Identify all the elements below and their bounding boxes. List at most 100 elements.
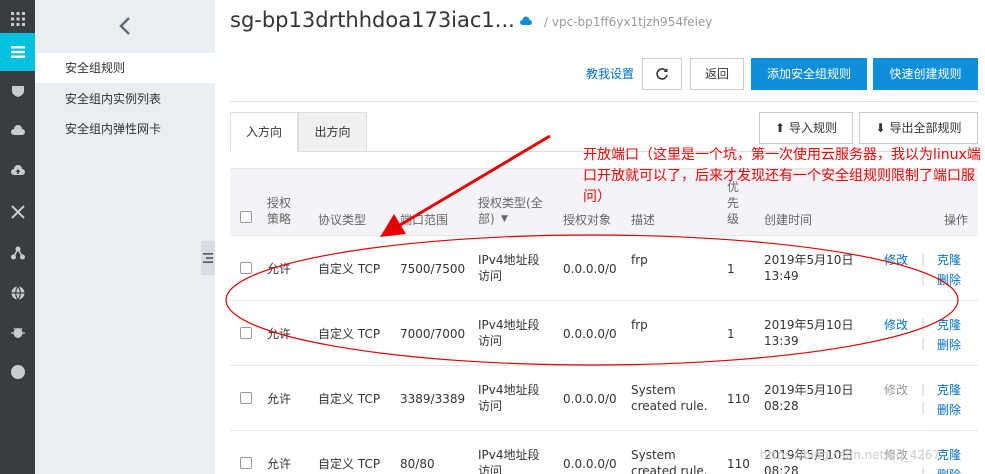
delete-link[interactable]: 删除 bbox=[937, 272, 961, 288]
cell-created: 2019年5月10日 13:39 bbox=[764, 318, 854, 348]
delete-link[interactable]: 删除 bbox=[937, 467, 961, 474]
op-separator: | bbox=[921, 271, 926, 285]
cell-policy: 允许 bbox=[267, 262, 292, 276]
table-row: 允许 自定义 TCP 7500/7500 IPv4地址段 访问 0.0.0.0/0 frp… bbox=[230, 236, 978, 301]
cell-port: 7000/7000 bbox=[400, 327, 466, 341]
export-rules-button[interactable]: ⬇ 导出全部规则 bbox=[859, 112, 978, 144]
th-port: 端口范围 bbox=[400, 213, 449, 227]
row-checkbox[interactable] bbox=[240, 327, 252, 339]
refresh-button[interactable] bbox=[642, 58, 682, 90]
edit-link[interactable]: 修改 bbox=[884, 317, 908, 333]
back-button[interactable]: 返回 bbox=[690, 58, 744, 90]
cell-port: 3389/3389 bbox=[400, 392, 466, 406]
vpc-cloud-icon bbox=[520, 16, 532, 25]
th-description: 描述 bbox=[631, 213, 656, 227]
cell-policy: 允许 bbox=[267, 457, 292, 471]
cell-policy: 允许 bbox=[267, 327, 292, 341]
th-protocol: 协议类型 bbox=[318, 213, 367, 227]
divider bbox=[230, 101, 978, 102]
cell-description: frp bbox=[631, 253, 648, 267]
cell-port: 7500/7500 bbox=[400, 262, 466, 276]
annotation-text: 开放端口（这里是一个坑，第一次使用云服务器，我以为linux端口开放就可以了，后… bbox=[583, 147, 981, 205]
icon-rail bbox=[0, 0, 35, 474]
sidebar-toggle-handle[interactable] bbox=[201, 241, 215, 275]
network-icon[interactable] bbox=[0, 193, 35, 231]
sidenav-item-instances[interactable]: 安全组内实例列表 bbox=[35, 84, 215, 114]
op-separator: | bbox=[921, 382, 926, 396]
th-policy: 授权 策略 bbox=[267, 196, 292, 226]
shield-icon[interactable] bbox=[0, 72, 35, 110]
vpc-id[interactable]: / vpc-bp1ff6yx1tjzh954feiey bbox=[544, 15, 712, 29]
cell-auth-object: 0.0.0.0/0 bbox=[563, 457, 617, 471]
cell-priority: 1 bbox=[727, 262, 735, 276]
edit-link[interactable]: 修改 bbox=[884, 382, 908, 398]
tab-inbound[interactable]: 入方向 bbox=[230, 112, 298, 152]
op-separator: | bbox=[921, 252, 926, 266]
tab-outbound[interactable]: 出方向 bbox=[298, 112, 367, 152]
cell-protocol: 自定义 TCP bbox=[318, 327, 381, 341]
cell-description: System created rule. bbox=[631, 448, 708, 474]
table-row: 允许 自定义 TCP 3389/3389 IPv4地址段 访问 0.0.0.0/0 Sys… bbox=[230, 366, 978, 431]
app-root: 安全组规则 安全组内实例列表 安全组内弹性网卡 sg-bp13drthhdoa1… bbox=[0, 0, 985, 474]
th-operations: 操作 bbox=[944, 213, 969, 227]
cell-port: 80/80 bbox=[400, 457, 435, 471]
op-separator: | bbox=[921, 401, 926, 415]
share-icon[interactable] bbox=[0, 234, 35, 272]
cell-protocol: 自定义 TCP bbox=[318, 392, 381, 406]
cell-auth-type: IPv4地址段 访问 bbox=[478, 318, 540, 348]
table-row: 允许 自定义 TCP 7000/7000 IPv4地址段 访问 0.0.0.0/0 frp… bbox=[230, 301, 978, 366]
cell-created: 2019年5月10日 08:28 bbox=[764, 383, 854, 413]
cell-priority: 1 bbox=[727, 327, 735, 341]
import-label: 导入规则 bbox=[788, 121, 837, 135]
cell-auth-type: IPv4地址段 访问 bbox=[478, 448, 540, 474]
import-rules-button[interactable]: ⬆ 导入规则 bbox=[759, 112, 853, 144]
row-checkbox[interactable] bbox=[240, 392, 252, 404]
sidenav-item-eni[interactable]: 安全组内弹性网卡 bbox=[35, 114, 215, 144]
cell-auth-type: IPv4地址段 访问 bbox=[478, 253, 540, 283]
th-auth-object: 授权对象 bbox=[563, 213, 612, 227]
cell-created: 2019年5月10日 13:49 bbox=[764, 253, 854, 283]
cell-protocol: 自定义 TCP bbox=[318, 457, 381, 471]
sidenav-item-rules[interactable]: 安全组规则 bbox=[35, 53, 215, 83]
cell-auth-object: 0.0.0.0/0 bbox=[563, 392, 617, 406]
clone-link[interactable]: 克隆 bbox=[937, 252, 961, 268]
op-separator: | bbox=[921, 317, 926, 331]
edit-link[interactable]: 修改 bbox=[884, 252, 908, 268]
cell-policy: 允许 bbox=[267, 392, 292, 406]
collapse-chevron-icon[interactable] bbox=[35, 0, 215, 52]
add-rule-button[interactable]: 添加安全组规则 bbox=[751, 58, 867, 90]
help-link[interactable]: 教我设置 bbox=[586, 65, 634, 82]
page-title: sg-bp13drthhdoa173iac1... bbox=[230, 8, 515, 32]
cell-auth-object: 0.0.0.0/0 bbox=[563, 262, 617, 276]
upload-icon: ⬆ bbox=[775, 121, 786, 135]
sort-caret-icon[interactable]: ▼ bbox=[501, 211, 508, 227]
row-checkbox[interactable] bbox=[240, 262, 252, 274]
op-separator: | bbox=[921, 336, 926, 350]
refresh-icon bbox=[656, 68, 668, 80]
cell-protocol: 自定义 TCP bbox=[318, 262, 381, 276]
clone-link[interactable]: 克隆 bbox=[937, 447, 961, 463]
op-separator: | bbox=[921, 466, 926, 474]
delete-link[interactable]: 删除 bbox=[937, 402, 961, 418]
th-created: 创建时间 bbox=[764, 213, 813, 227]
cell-description: frp bbox=[631, 318, 648, 332]
select-all-checkbox[interactable] bbox=[240, 211, 252, 223]
watermark: https://blog.csdn.net/qq_4267 bbox=[760, 448, 941, 462]
clone-link[interactable]: 克隆 bbox=[937, 382, 961, 398]
cell-description: System created rule. bbox=[631, 383, 708, 413]
th-auth-type[interactable]: 授权类型(全 部) bbox=[478, 195, 543, 227]
list-icon[interactable] bbox=[0, 33, 35, 71]
download-icon: ⬇ bbox=[875, 121, 886, 135]
circle-icon[interactable] bbox=[0, 353, 35, 391]
cell-auth-type: IPv4地址段 访问 bbox=[478, 383, 540, 413]
quick-create-button[interactable]: 快速创建规则 bbox=[873, 58, 978, 90]
side-nav: 安全组规则 安全组内实例列表 安全组内弹性网卡 bbox=[35, 0, 215, 474]
globe-icon[interactable] bbox=[0, 274, 35, 312]
bug-icon[interactable] bbox=[0, 313, 35, 351]
row-checkbox[interactable] bbox=[240, 457, 252, 469]
clone-link[interactable]: 克隆 bbox=[937, 317, 961, 333]
cell-priority: 110 bbox=[727, 457, 750, 471]
cloud-server-icon[interactable] bbox=[0, 112, 35, 150]
cloud-upload-icon[interactable] bbox=[0, 152, 35, 190]
delete-link[interactable]: 删除 bbox=[937, 337, 961, 353]
